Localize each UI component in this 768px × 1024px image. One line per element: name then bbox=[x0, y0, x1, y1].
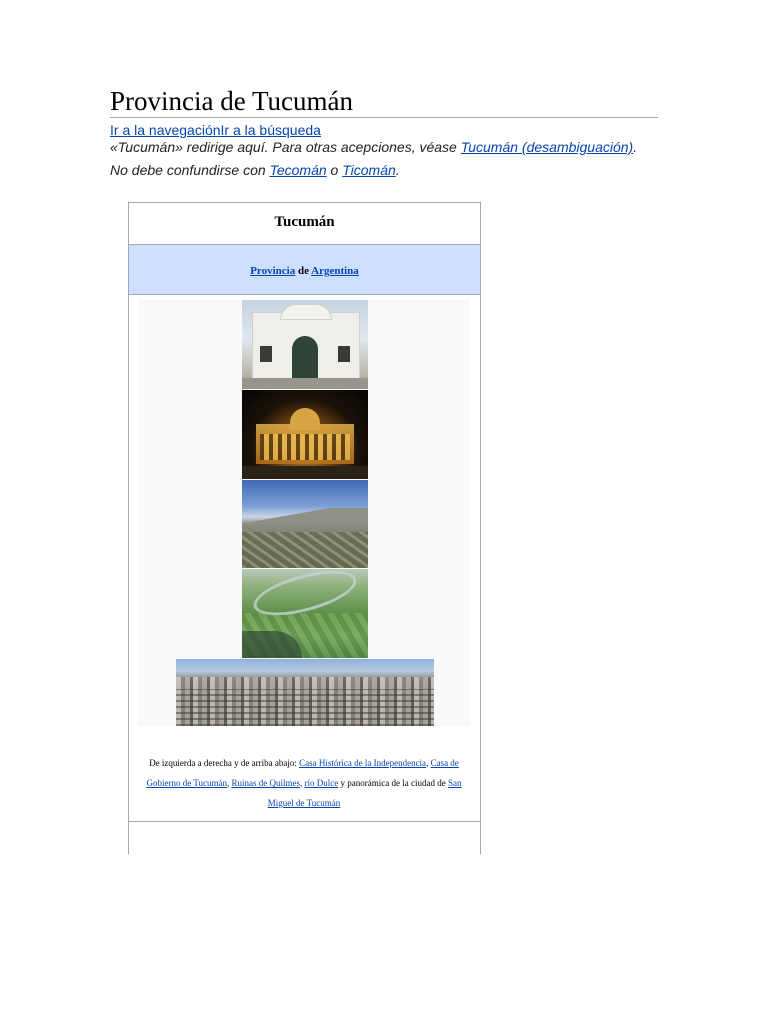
hatnote-redirect-period: . bbox=[633, 139, 638, 155]
ruinas-de-quilmes-link[interactable]: Ruinas de Quilmes bbox=[232, 778, 301, 788]
argentina-link[interactable]: Argentina bbox=[311, 265, 359, 277]
tecoman-link[interactable]: Tecomán bbox=[270, 162, 327, 178]
disambiguation-link[interactable]: Tucumán (desambiguación) bbox=[461, 139, 634, 155]
hatnote-confusion-text: No debe confundirse con bbox=[110, 162, 270, 178]
ruinas-de-quilmes-photo[interactable] bbox=[242, 480, 368, 568]
page-title: Provincia de Tucumán bbox=[110, 86, 658, 118]
san-miguel-panorama-photo[interactable] bbox=[176, 659, 434, 726]
infobox-subtitle: Provincia de Argentina bbox=[129, 245, 480, 295]
jump-links: Ir a la navegaciónIr a la búsqueda bbox=[110, 122, 658, 138]
jump-to-navigation-link[interactable]: Ir a la navegación bbox=[110, 122, 221, 138]
rio-dulce-photo[interactable] bbox=[242, 569, 368, 658]
provincia-link[interactable]: Provincia bbox=[250, 265, 295, 277]
hatnote-confusion: No debe confundirse con Tecomán o Ticomá… bbox=[110, 162, 658, 179]
jump-to-search-link[interactable]: Ir a la búsqueda bbox=[221, 122, 321, 138]
infobox-gallery: De izquierda a derecha y de arriba abajo… bbox=[129, 295, 480, 822]
infobox-image-collage bbox=[138, 300, 470, 726]
casa-historica-photo[interactable] bbox=[242, 300, 368, 389]
infobox-subtitle-de: de bbox=[295, 265, 312, 277]
article: Provincia de Tucumán Ir a la navegaciónI… bbox=[110, 86, 658, 179]
infobox: Tucumán Provincia de Argentina De izquie… bbox=[128, 202, 481, 854]
casa-historica-link[interactable]: Casa Histórica de la Independencia bbox=[299, 758, 426, 768]
rio-dulce-link[interactable]: río Dulce bbox=[305, 778, 339, 788]
ticoman-link[interactable]: Ticomán bbox=[342, 162, 396, 178]
infobox-caption: De izquierda a derecha y de arriba abajo… bbox=[135, 753, 473, 813]
infobox-title: Tucumán bbox=[129, 203, 480, 245]
caption-text: y panorámica de la ciudad de bbox=[338, 778, 448, 788]
hatnote-redirect: «Tucumán» redirige aquí. Para otras acep… bbox=[110, 139, 658, 156]
caption-text: De izquierda a derecha y de arriba abajo… bbox=[149, 758, 300, 768]
hatnote-confusion-o: o bbox=[326, 162, 343, 178]
hatnote-redirect-text: «Tucumán» redirige aquí. Para otras acep… bbox=[110, 139, 461, 155]
hatnote-confusion-period: . bbox=[395, 162, 400, 178]
casa-de-gobierno-photo[interactable] bbox=[242, 390, 368, 479]
